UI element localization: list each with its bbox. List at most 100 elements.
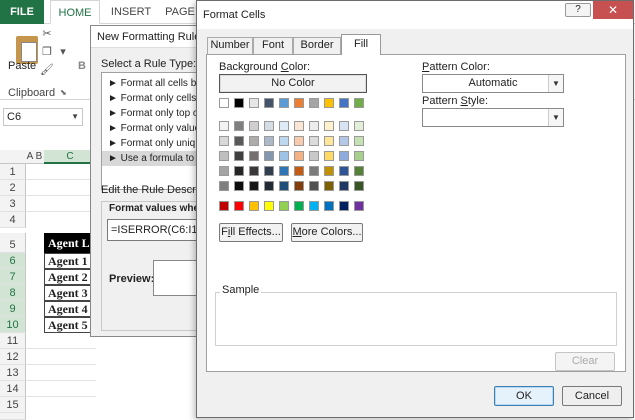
no-color-button[interactable]: No Color (219, 74, 367, 93)
row-header-1[interactable]: 1 (0, 164, 26, 180)
color-swatch-shade[interactable] (339, 121, 349, 131)
cut-icon[interactable]: ✂ (40, 28, 54, 40)
color-swatch-standard[interactable] (264, 201, 274, 211)
row-header-2[interactable]: 2 (0, 180, 26, 196)
color-swatch-theme[interactable] (249, 98, 259, 108)
color-swatch-shade[interactable] (219, 181, 229, 191)
color-swatch-shade[interactable] (264, 151, 274, 161)
color-swatch-shade[interactable] (234, 166, 244, 176)
color-swatch-shade[interactable] (294, 151, 304, 161)
color-swatch-shade[interactable] (309, 151, 319, 161)
color-swatch-shade[interactable] (264, 136, 274, 146)
clear-button[interactable]: Clear (555, 352, 615, 371)
color-swatch-shade[interactable] (324, 166, 334, 176)
ok-button[interactable]: OK (494, 386, 554, 406)
row-header-14[interactable]: 14 (0, 381, 26, 397)
color-swatch-standard[interactable] (324, 201, 334, 211)
color-swatch-shade[interactable] (279, 181, 289, 191)
color-swatch-shade[interactable] (294, 166, 304, 176)
color-swatch-shade[interactable] (354, 121, 364, 131)
color-swatch-shade[interactable] (249, 121, 259, 131)
rule-type-item[interactable]: ► Format only top o (102, 106, 202, 121)
color-swatch-shade[interactable] (279, 151, 289, 161)
row-header-13[interactable]: 13 (0, 365, 26, 381)
color-swatch-theme[interactable] (219, 98, 229, 108)
color-swatch-shade[interactable] (309, 136, 319, 146)
rule-type-list[interactable]: ► Format all cells ba ► Format only cell… (101, 72, 202, 190)
rule-type-item[interactable]: ► Format only value (102, 121, 202, 136)
color-swatch-shade[interactable] (324, 121, 334, 131)
color-swatch-shade[interactable] (264, 166, 274, 176)
color-swatch-standard[interactable] (354, 201, 364, 211)
row-header-15[interactable]: 15 (0, 397, 26, 413)
color-swatch-theme[interactable] (339, 98, 349, 108)
color-swatch-shade[interactable] (249, 166, 259, 176)
color-swatch-shade[interactable] (294, 136, 304, 146)
color-swatch-shade[interactable] (354, 151, 364, 161)
color-swatch-shade[interactable] (279, 136, 289, 146)
paste-button-label[interactable]: Paste (8, 60, 36, 72)
color-swatch-standard[interactable] (234, 201, 244, 211)
color-swatch-shade[interactable] (249, 151, 259, 161)
color-swatch-shade[interactable] (354, 166, 364, 176)
agent-cell-3[interactable]: Agent 3 (44, 285, 96, 301)
color-swatch-shade[interactable] (264, 181, 274, 191)
color-swatch-shade[interactable] (219, 121, 229, 131)
rule-type-item[interactable]: ► Format all cells ba (102, 76, 202, 91)
color-swatch-theme[interactable] (309, 98, 319, 108)
pattern-style-dropdown[interactable]: ▼ (422, 108, 564, 127)
row-header-7[interactable]: 7 (0, 269, 26, 285)
formula-input[interactable]: =ISERROR(C6:I10) (107, 219, 201, 241)
color-swatch-theme[interactable] (234, 98, 244, 108)
color-swatch-shade[interactable] (339, 166, 349, 176)
color-swatch-shade[interactable] (354, 181, 364, 191)
row-header-8[interactable]: 8 (0, 285, 26, 301)
color-swatch-standard[interactable] (249, 201, 259, 211)
row-header-10[interactable]: 10 (0, 317, 26, 333)
color-swatch-shade[interactable] (309, 121, 319, 131)
rule-type-item-selected[interactable]: ► Use a formula to (102, 151, 202, 166)
color-swatch-standard[interactable] (219, 201, 229, 211)
rule-type-item[interactable]: ► Format only cells (102, 91, 202, 106)
color-swatch-standard[interactable] (294, 201, 304, 211)
cancel-button[interactable]: Cancel (562, 386, 622, 406)
color-swatch-shade[interactable] (324, 136, 334, 146)
tab-insert[interactable]: INSERT (106, 0, 156, 24)
pattern-color-dropdown[interactable]: Automatic ▼ (422, 74, 564, 93)
color-swatch-shade[interactable] (279, 166, 289, 176)
color-swatch-shade[interactable] (219, 151, 229, 161)
color-swatch-shade[interactable] (264, 121, 274, 131)
color-swatch-shade[interactable] (354, 136, 364, 146)
tab-file[interactable]: FILE (0, 0, 44, 24)
color-swatch-shade[interactable] (339, 181, 349, 191)
bold-button[interactable]: B (78, 60, 86, 72)
row-header-11[interactable]: 11 (0, 333, 26, 349)
color-swatch-shade[interactable] (234, 121, 244, 131)
color-swatch-shade[interactable] (294, 181, 304, 191)
chevron-down-icon[interactable]: ▼ (548, 109, 563, 126)
tab-font[interactable]: Font (253, 37, 293, 54)
color-swatch-theme[interactable] (264, 98, 274, 108)
color-swatch-theme[interactable] (324, 98, 334, 108)
column-header-b[interactable]: B (34, 150, 44, 164)
agent-cell-4[interactable]: Agent 4 (44, 301, 96, 317)
format-painter-icon[interactable]: 🖌 (40, 64, 54, 76)
column-header-c[interactable]: C (44, 150, 96, 164)
tab-fill[interactable]: Fill (341, 34, 381, 55)
color-swatch-shade[interactable] (234, 136, 244, 146)
tab-home[interactable]: HOME (50, 0, 100, 24)
color-swatch-shade[interactable] (234, 151, 244, 161)
column-header-a[interactable]: A (26, 150, 34, 164)
color-swatch-shade[interactable] (339, 136, 349, 146)
close-button[interactable]: ✕ (593, 1, 633, 19)
agent-cell-5[interactable]: Agent 5 (44, 317, 96, 333)
agent-cell-2[interactable]: Agent 2 (44, 269, 96, 285)
color-swatch-shade[interactable] (324, 151, 334, 161)
color-swatch-shade[interactable] (249, 181, 259, 191)
row-header-9[interactable]: 9 (0, 301, 26, 317)
color-swatch-standard[interactable] (339, 201, 349, 211)
color-swatch-shade[interactable] (234, 181, 244, 191)
color-swatch-shade[interactable] (324, 181, 334, 191)
tab-number[interactable]: Number (207, 37, 253, 54)
name-box[interactable]: C6 ▼ (3, 108, 83, 126)
